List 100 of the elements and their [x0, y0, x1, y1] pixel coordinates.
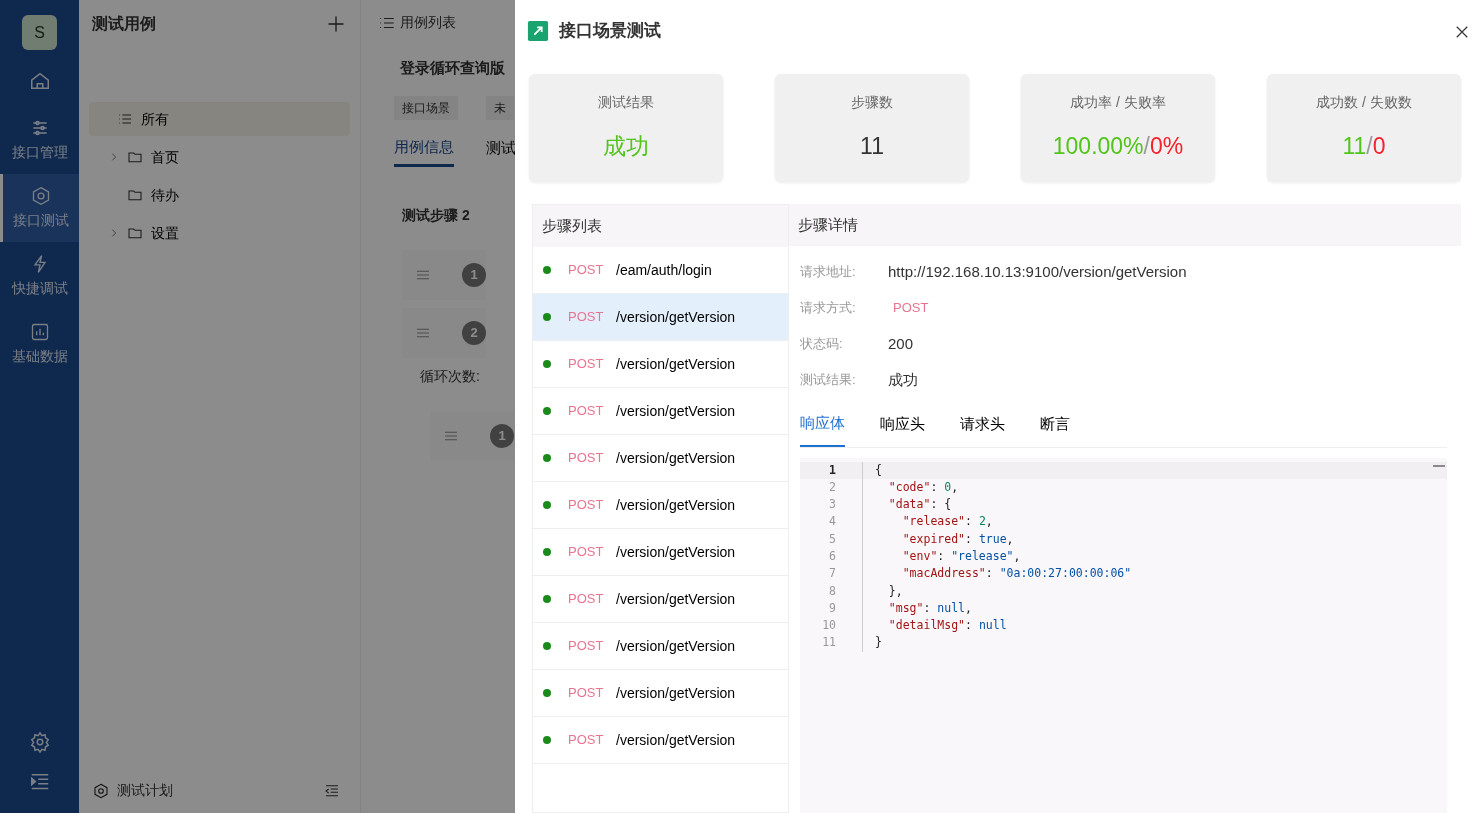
code-line: } — [862, 634, 882, 652]
folder-icon — [127, 225, 143, 241]
tree-item[interactable]: 首页 — [89, 140, 350, 174]
method-label: POST — [568, 308, 605, 327]
code-line: "msg": null, — [862, 599, 972, 618]
stat-value: 11 — [860, 132, 884, 162]
method-label: POST — [568, 355, 605, 374]
chevron-icon[interactable] — [109, 228, 119, 238]
field-label: 测试结果: — [800, 371, 857, 390]
endpoint-path: /version/getVersion — [616, 542, 736, 562]
drawer-title: 接口场景测试 — [559, 20, 661, 42]
endpoint-path: /version/getVersion — [616, 495, 736, 515]
folder-icon — [127, 187, 143, 203]
field-value: 200 — [888, 333, 914, 354]
tab[interactable]: 响应头 — [880, 406, 925, 447]
stat-label: 测试结果 — [598, 93, 654, 113]
tag: 接口场景 — [394, 95, 458, 120]
field-label: 请求地址: — [800, 263, 857, 282]
add-icon[interactable] — [326, 14, 346, 34]
tab[interactable]: 测试 — [486, 135, 516, 167]
tab[interactable]: 请求头 — [960, 406, 1005, 447]
line-number: 10 — [821, 617, 836, 635]
tree-item[interactable]: 所有 — [89, 102, 350, 136]
panel-title: 测试用例 — [92, 14, 156, 34]
method-label: POST — [568, 261, 605, 280]
field-value: http://192.168.10.13:9100/version/getVersion — [888, 261, 1187, 282]
method-label: POST — [892, 299, 929, 318]
nav-item[interactable]: 接口管理 — [0, 106, 79, 174]
stat-label: 步骤数 — [851, 93, 893, 113]
line-number: 7 — [828, 565, 836, 583]
method-label: POST — [568, 731, 605, 750]
avatar[interactable]: S — [22, 15, 57, 50]
endpoint-path: /version/getVersion — [616, 448, 736, 468]
step-item[interactable]: POST /version/getVersion — [533, 294, 788, 341]
settings-icon[interactable] — [28, 731, 51, 753]
code-line: "data": { — [862, 496, 952, 514]
code-line: "env": "release", — [862, 548, 1021, 566]
nav-item[interactable]: 基础数据 — [0, 310, 79, 378]
endpoint-path: /version/getVersion — [616, 730, 736, 750]
collapse-icon[interactable] — [324, 782, 340, 799]
stat-value: 100.00%/0% — [1052, 132, 1184, 162]
endpoint-path: /version/getVersion — [616, 354, 736, 374]
page-title: 用例列表 — [400, 13, 456, 32]
method-label: POST — [568, 590, 605, 609]
endpoint-path: /version/getVersion — [616, 401, 736, 421]
stat-value: 11/0 — [1342, 132, 1386, 162]
endpoint-path: /eam/auth/login — [616, 260, 712, 280]
line-number: 2 — [828, 478, 836, 496]
code-line: "expired": true, — [862, 530, 1014, 548]
app-icon — [527, 20, 549, 42]
folder-icon — [127, 149, 143, 165]
section-title: 测试步骤 2 — [401, 206, 470, 225]
tree-item[interactable]: 设置 — [89, 216, 350, 250]
endpoint-path: /version/getVersion — [616, 307, 736, 327]
method-label: POST — [568, 543, 605, 562]
plan-link[interactable]: 测试计划 — [117, 780, 173, 801]
code-line: }, — [862, 582, 903, 600]
method-label: POST — [568, 449, 605, 468]
line-number: 5 — [828, 530, 836, 548]
line-number: 9 — [828, 599, 836, 617]
hexagon-icon — [93, 782, 109, 799]
line-number: 1 — [828, 461, 836, 479]
step-number: 1 — [462, 263, 486, 287]
home-icon[interactable] — [28, 70, 51, 92]
hexagon-icon — [31, 185, 51, 206]
line-number: 3 — [828, 496, 836, 514]
line-number: 6 — [828, 548, 836, 565]
chevron-icon[interactable] — [109, 152, 119, 162]
line-number: 8 — [828, 582, 836, 600]
case-title: 登录循环查询版 — [399, 58, 505, 78]
chart-icon — [29, 321, 50, 342]
line-number: 11 — [821, 634, 836, 652]
code-line: "detailMsg": null — [862, 617, 1007, 635]
line-number: 4 — [828, 513, 836, 531]
endpoint-path: /version/getVersion — [616, 636, 736, 656]
stat-label: 成功率 / 失败率 — [1070, 93, 1166, 113]
tree-item[interactable]: 待办 — [89, 178, 350, 212]
field-value: 成功 — [888, 369, 918, 390]
code-line: "code": 0, — [862, 478, 959, 497]
method-label: POST — [568, 496, 605, 515]
panel-header: 步骤详情 — [789, 204, 1461, 246]
endpoint-path: /version/getVersion — [616, 589, 736, 609]
tab[interactable]: 响应体 — [800, 406, 845, 447]
tag: 未 — [486, 95, 514, 120]
nav-item[interactable]: 快捷调试 — [0, 242, 79, 310]
tab[interactable]: 断言 — [1040, 406, 1070, 447]
panel-header: 步骤列表 — [533, 205, 788, 247]
tab[interactable]: 用例信息 — [394, 135, 454, 167]
method-label: POST — [568, 637, 605, 656]
loop-count-label: 循环次数: — [419, 367, 480, 386]
step-number: 1 — [490, 424, 514, 448]
stat-label: 成功数 / 失败数 — [1316, 93, 1412, 113]
method-label: POST — [568, 402, 605, 421]
code-line: "macAddress": "0a:00:27:00:00:06" — [862, 565, 1132, 583]
list-icon — [117, 111, 133, 127]
method-label: POST — [568, 684, 605, 703]
code-line: "release": 2, — [862, 513, 993, 531]
field-label: 状态码: — [800, 335, 844, 354]
code-line: { — [862, 461, 882, 479]
endpoint-path: /version/getVersion — [616, 683, 736, 703]
